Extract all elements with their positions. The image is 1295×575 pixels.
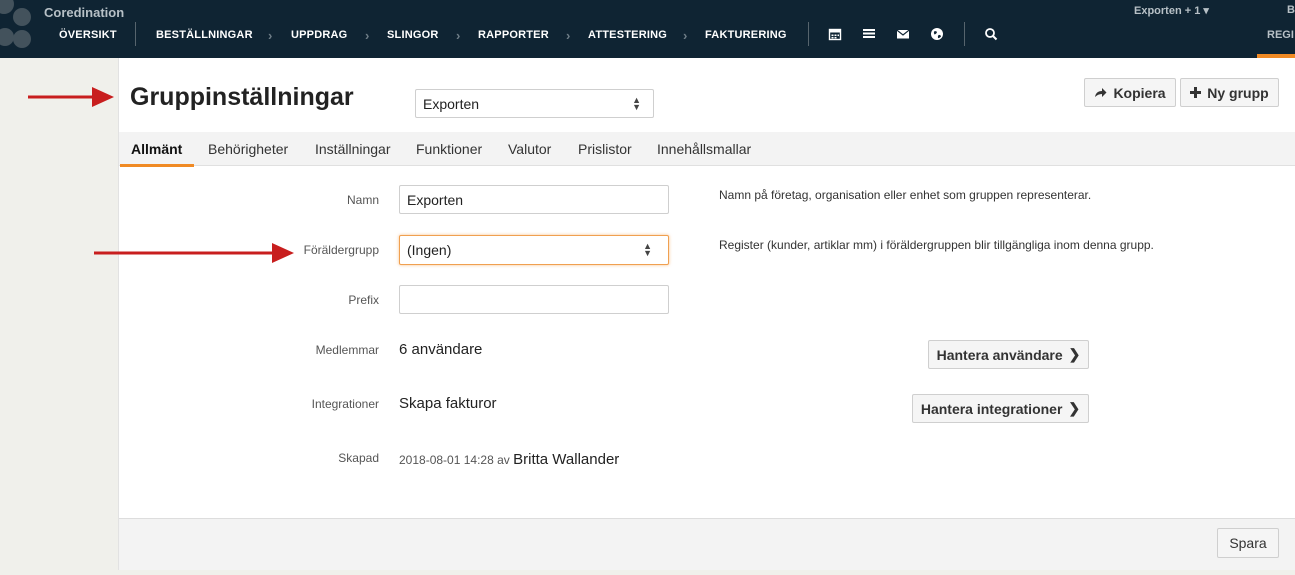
nav-uppdrag[interactable]: UPPDRAG xyxy=(291,29,347,41)
chevron-right-icon: ❯ xyxy=(1068,346,1081,362)
created-by-word: av xyxy=(497,453,510,467)
group-select-value: Exporten xyxy=(423,95,480,112)
page-title: Gruppinställningar xyxy=(130,83,354,111)
search-icon[interactable] xyxy=(984,27,998,41)
select-arrows-icon: ▲ ▼ xyxy=(632,94,641,112)
nav-separator xyxy=(135,22,136,46)
members-label: Medlemmar xyxy=(315,343,379,357)
tab-innehallsmallar[interactable]: Innehållsmallar xyxy=(657,141,751,157)
parent-group-value: (Ingen) xyxy=(407,242,452,258)
prefix-label: Prefix xyxy=(348,293,379,307)
nav-truncated-label[interactable]: B xyxy=(1287,4,1295,16)
manage-users-button[interactable]: Hantera användare ❯ xyxy=(928,340,1089,369)
chevron-right-icon: ❯ xyxy=(1068,400,1081,416)
nav-separator xyxy=(808,22,809,46)
form-footer xyxy=(119,518,1295,570)
chevron-right-icon: › xyxy=(683,28,688,43)
save-button-label: Spara xyxy=(1229,535,1267,551)
group-select[interactable]: Exporten ▲ ▼ xyxy=(415,89,654,118)
nav-attestering[interactable]: ATTESTERING xyxy=(588,29,667,41)
chevron-right-icon: › xyxy=(566,28,571,43)
active-tab-indicator xyxy=(120,164,194,167)
nav-bestallningar[interactable]: BESTÄLLNINGAR xyxy=(156,29,253,41)
nav-slingor[interactable]: SLINGOR xyxy=(387,29,439,41)
name-help-text: Namn på företag, organisation eller enhe… xyxy=(719,188,1092,202)
name-input-value: Exporten xyxy=(407,191,464,208)
logo-dot xyxy=(13,30,31,48)
parent-group-label: Föräldergrupp xyxy=(303,243,379,257)
chevron-right-icon: › xyxy=(456,28,461,43)
nav-separator xyxy=(964,22,965,46)
created-by-user: Britta Wallander xyxy=(513,451,620,468)
caret-down-icon: ▾ xyxy=(1203,5,1209,17)
calendar-icon[interactable] xyxy=(828,27,842,41)
plus-icon xyxy=(1190,87,1202,98)
brand-name: Coredination xyxy=(44,5,125,20)
created-info: 2018-08-01 14:28 av Britta Wallander xyxy=(399,451,619,468)
list-icon[interactable] xyxy=(862,27,876,41)
tab-funktioner[interactable]: Funktioner xyxy=(416,141,482,157)
tab-installningar[interactable]: Inställningar xyxy=(315,141,391,157)
tab-prislistor[interactable]: Prislistor xyxy=(578,141,632,157)
manage-integrations-label: Hantera integrationer xyxy=(920,400,1063,417)
tab-valutor[interactable]: Valutor xyxy=(508,141,551,157)
annotation-arrow-icon xyxy=(28,87,114,107)
created-label: Skapad xyxy=(338,451,379,465)
members-count: 6 användare xyxy=(399,341,483,358)
copy-button[interactable]: Kopiera xyxy=(1084,78,1176,107)
created-date: 2018-08-01 14:28 xyxy=(399,453,494,467)
chevron-right-icon: › xyxy=(268,28,273,43)
parent-group-help-text: Register (kunder, artiklar mm) i förälde… xyxy=(719,238,1154,252)
name-label: Namn xyxy=(346,193,379,207)
tab-allmant[interactable]: Allmänt xyxy=(131,141,182,157)
mail-icon[interactable] xyxy=(896,27,910,41)
nav-register-tab[interactable]: REGI xyxy=(1267,29,1294,41)
save-button[interactable]: Spara xyxy=(1217,528,1279,558)
parent-group-select[interactable]: (Ingen) ▲ ▼ xyxy=(399,235,669,265)
name-input[interactable]: Exporten xyxy=(399,185,669,214)
chevron-right-icon: › xyxy=(365,28,370,43)
new-group-button[interactable]: Ny grupp xyxy=(1180,78,1279,107)
share-arrow-icon xyxy=(1095,88,1107,97)
nav-fakturering[interactable]: FAKTURERING xyxy=(705,29,787,41)
globe-icon[interactable] xyxy=(930,27,944,41)
manage-users-label: Hantera användare xyxy=(936,346,1063,363)
select-arrows-icon: ▲ ▼ xyxy=(643,241,652,258)
new-group-button-label: Ny grupp xyxy=(1207,84,1269,101)
group-switcher[interactable]: Exporten + 1 ▾ xyxy=(1134,4,1209,17)
integrations-value: Skapa fakturor xyxy=(399,395,497,412)
logo-dot xyxy=(13,8,31,26)
integrations-label: Integrationer xyxy=(311,397,379,411)
prefix-input[interactable] xyxy=(399,285,669,314)
nav-rapporter[interactable]: RAPPORTER xyxy=(478,29,549,41)
manage-integrations-button[interactable]: Hantera integrationer ❯ xyxy=(912,394,1089,423)
tab-behorigheter[interactable]: Behörigheter xyxy=(208,141,288,157)
nav-oversikt[interactable]: ÖVERSIKT xyxy=(59,29,117,41)
copy-button-label: Kopiera xyxy=(1113,84,1166,101)
